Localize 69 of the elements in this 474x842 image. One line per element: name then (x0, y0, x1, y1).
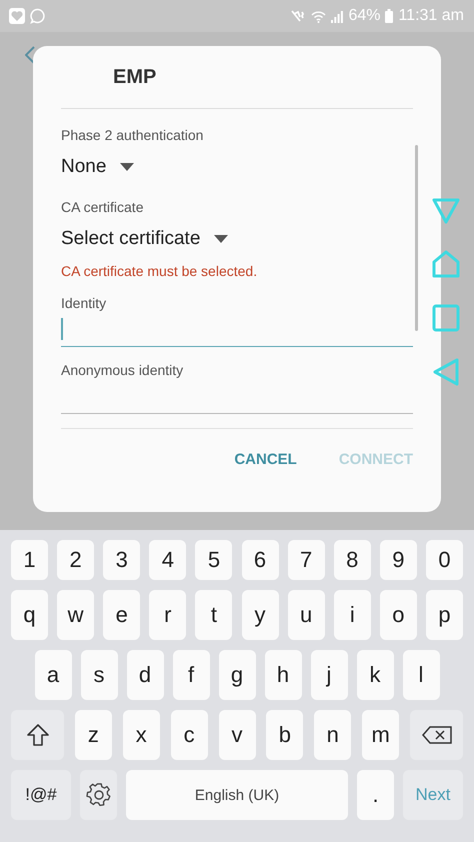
caret-icon (120, 163, 134, 171)
dialog-button[interactable]: CANCEL (234, 451, 297, 468)
key[interactable]: j (310, 650, 348, 700)
key[interactable]: a (34, 650, 72, 700)
dropdown[interactable]: None (61, 152, 134, 182)
dialog-title: EMP (113, 66, 156, 88)
field-label: Anonymous identity (61, 361, 184, 379)
key[interactable]: 2 (57, 540, 94, 580)
vibrate-mute-icon (290, 9, 306, 23)
shift-key[interactable] (11, 710, 64, 760)
key[interactable]: k (356, 650, 394, 700)
key[interactable]: 0 (426, 540, 463, 580)
battery-percent: 64% (348, 7, 380, 25)
key[interactable]: w (57, 590, 94, 640)
key[interactable]: o (380, 590, 417, 640)
battery-icon (385, 9, 394, 23)
key[interactable]: b (266, 710, 304, 760)
key[interactable]: y (242, 590, 279, 640)
key[interactable]: r (149, 590, 186, 640)
key[interactable]: l (402, 650, 440, 700)
space-key[interactable]: English (UK) (126, 770, 348, 820)
error-message: CA certificate must be selected. (61, 262, 258, 280)
key[interactable]: e (103, 590, 140, 640)
shift-icon (26, 723, 50, 747)
recent-apps-icon[interactable] (432, 198, 460, 224)
symbols-key[interactable]: !@# (11, 770, 71, 820)
key[interactable]: z (74, 710, 112, 760)
field-label: CA certificate (61, 198, 144, 216)
key[interactable]: h (264, 650, 302, 700)
key[interactable]: p (426, 590, 463, 640)
wifi-icon (311, 10, 326, 22)
key[interactable]: v (218, 710, 256, 760)
key[interactable]: 6 (242, 540, 279, 580)
key[interactable]: 9 (380, 540, 417, 580)
key[interactable]: u (288, 590, 325, 640)
key[interactable]: n (314, 710, 352, 760)
key[interactable]: i (334, 590, 371, 640)
key[interactable]: g (218, 650, 256, 700)
key[interactable]: x (122, 710, 160, 760)
chat-app-icon (30, 8, 46, 24)
back-triangle-icon[interactable] (433, 358, 459, 386)
key[interactable]: c (170, 710, 208, 760)
clock: 11:31 am (398, 7, 464, 25)
field-label: Identity (61, 294, 108, 312)
key[interactable]: m (362, 710, 400, 760)
key[interactable]: 4 (149, 540, 186, 580)
caret-icon (214, 235, 228, 243)
back-icon[interactable] (25, 46, 35, 64)
signal-icon (331, 10, 344, 22)
backspace-icon (422, 726, 452, 744)
square-icon[interactable] (432, 304, 460, 332)
key[interactable]: 1 (11, 540, 48, 580)
key[interactable]: s (80, 650, 118, 700)
key[interactable]: 7 (288, 540, 325, 580)
key[interactable]: f (172, 650, 210, 700)
heart-app-icon (9, 8, 25, 24)
key[interactable]: q (11, 590, 48, 640)
key[interactable]: t (195, 590, 232, 640)
key[interactable]: 3 (103, 540, 140, 580)
key[interactable]: 5 (195, 540, 232, 580)
key[interactable]: . (357, 770, 394, 820)
dropdown[interactable]: Select certificate (61, 224, 228, 254)
settings-key[interactable] (80, 770, 117, 820)
backspace-key[interactable] (410, 710, 463, 760)
field-label: Phase 2 authentication (61, 126, 204, 144)
settings-icon (86, 782, 112, 808)
home-icon[interactable] (432, 250, 460, 278)
key[interactable]: 8 (334, 540, 371, 580)
key[interactable]: d (126, 650, 164, 700)
